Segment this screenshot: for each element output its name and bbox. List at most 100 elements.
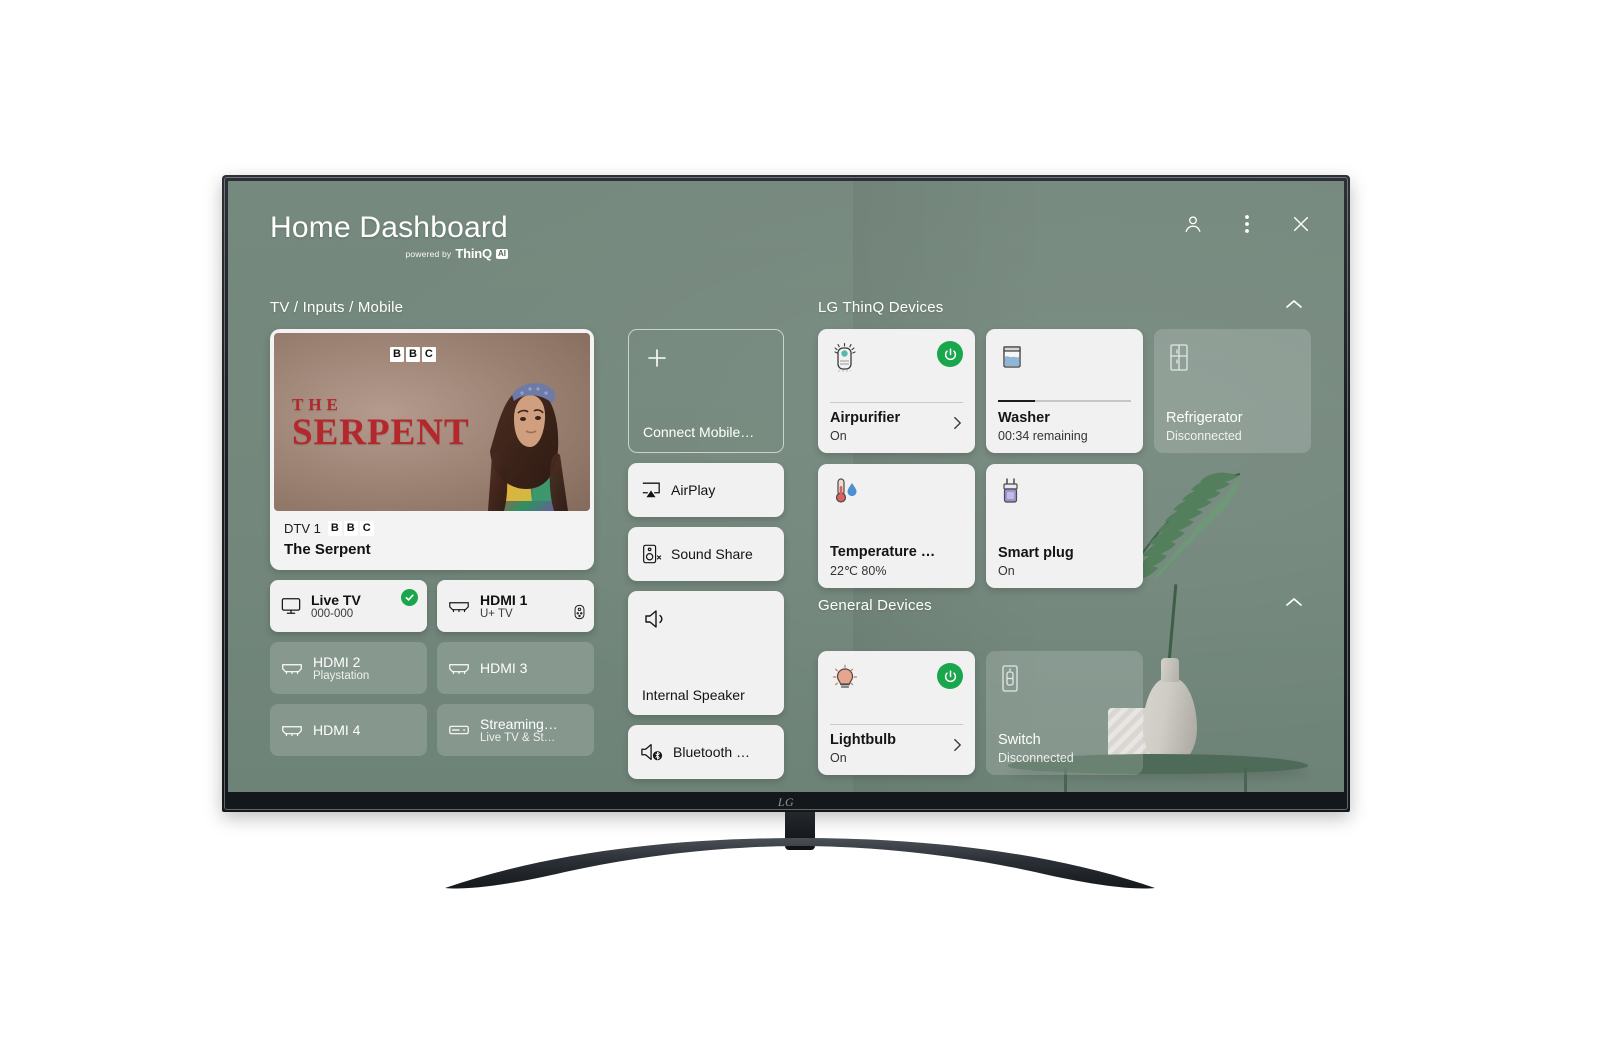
tv-screen: Home Dashboard powered by ThinQ AI TV / … [228,181,1344,792]
bluetooth-card[interactable]: Bluetooth … [628,725,784,779]
sound-share-icon [643,544,662,564]
card-bottom: Airpurifier On [830,402,963,443]
devices-column: Airpurifier On Washer 00:34 remaining Re… [818,329,1314,775]
chevron-right-icon[interactable] [952,736,963,759]
collapse-thinq-devices-chevron-up-icon[interactable] [1281,291,1307,317]
remote-icon [573,604,586,625]
device-status: 00:34 remaining [998,429,1088,443]
device-card-refrigerator[interactable]: Refrigerator Disconnected [1154,329,1311,453]
lg-brand-logo: LG [777,795,795,809]
card-text: Washer 00:34 remaining [998,410,1131,443]
sound-share-card[interactable]: Sound Share [628,527,784,581]
card-top-row [998,663,1131,701]
tv-bezel: Home Dashboard powered by ThinQ AI TV / … [222,175,1350,812]
washer-progress-bar [998,400,1131,402]
card-text: Smart plug On [998,545,1131,578]
input-tile-hdmi-1[interactable]: HDMI 1 U+ TV [437,580,594,632]
card-text: Temperature hu… 22℃ 80% [830,544,963,578]
input-tile-hdmi-2[interactable]: HDMI 2 Playstation [270,642,427,694]
washer-icon [1003,346,1021,368]
input-tile-live-tv[interactable]: Live TV 000-000 [270,580,427,632]
input-tile-text: HDMI 2 Playstation [313,654,369,682]
card-bottom: Refrigerator Disconnected [1166,410,1299,443]
current-program-card[interactable]: B B C THE SERPENT DTV 1 B B C The Serpen… [270,329,594,570]
bbc-letter: B [343,521,358,536]
input-tile-text: HDMI 3 [480,660,527,676]
card-text: Switch Disconnected [998,732,1131,765]
input-name: Live TV [311,592,361,608]
speaker-icon [643,607,669,636]
power-toggle-airpurifier[interactable] [937,341,963,367]
input-name: HDMI 4 [313,722,361,738]
airplay-label: AirPlay [671,482,716,498]
input-tile-text: HDMI 1 U+ TV [480,592,527,620]
chevron-right-icon[interactable] [952,414,963,437]
device-card-temperature-humidity[interactable]: Temperature hu… 22℃ 80% [818,464,975,588]
device-card-smart-plug[interactable]: Smart plug On [986,464,1143,588]
tv-inputs-column: B B C THE SERPENT DTV 1 B B C The Serpen… [270,329,594,756]
device-name: Temperature hu… [830,544,942,560]
refrigerator-icon [1170,344,1188,371]
device-card-washer[interactable]: Washer 00:34 remaining [986,329,1143,453]
hdmi-icon [449,602,469,613]
input-tile-hdmi-4[interactable]: HDMI 4 [270,704,427,756]
account-icon[interactable] [1180,211,1206,237]
card-top-row [998,476,1131,514]
selected-check-icon [401,589,418,606]
card-text: Refrigerator Disconnected [1166,410,1299,443]
input-sub: Playstation [313,670,370,682]
input-tile-text: Live TV 000-000 [311,592,361,620]
tv-stand-base [435,838,1165,890]
airplay-card[interactable]: AirPlay [628,463,784,517]
airpurifier-icon [834,343,856,372]
card-divider [830,724,963,725]
input-sub: 000-000 [311,608,354,620]
bbc-letter: B [405,347,420,362]
device-card-lightbulb[interactable]: Lightbulb On [818,651,975,775]
program-artwork-person [488,383,568,511]
power-toggle-lightbulb[interactable] [937,663,963,689]
switch-icon [1002,665,1018,692]
device-card-airpurifier[interactable]: Airpurifier On [818,329,975,453]
device-name: Refrigerator [1166,410,1243,426]
smartplug-icon [1003,478,1018,503]
device-card-switch[interactable]: Switch Disconnected [986,651,1143,775]
connect-mobile-card[interactable]: Connect Mobile… [628,329,784,453]
bbc-letter: B [390,347,404,362]
card-top-row [1166,341,1299,379]
input-name: HDMI 3 [480,660,528,676]
bbc-letter: C [359,521,374,536]
hdmi-icon [282,664,302,675]
thermometer-icon [835,478,857,503]
internal-speaker-label: Internal Speaker [642,687,745,703]
input-tile-streaming[interactable]: Streaming… Live TV & St… [437,704,594,756]
ai-badge: AI [495,248,508,259]
lightbulb-icon [832,664,858,688]
input-name: Streaming… [480,716,558,732]
title-block: Home Dashboard powered by ThinQ AI [270,211,508,261]
device-name: Switch [998,732,1041,748]
device-status: Disconnected [1166,429,1242,443]
internal-speaker-card[interactable]: Internal Speaker [628,591,784,715]
page-title: Home Dashboard [270,211,508,244]
streaming-icon [449,725,469,735]
device-status: Disconnected [998,751,1074,765]
input-name: HDMI 2 [313,654,361,670]
section-label-thinq-devices: LG ThinQ Devices [818,299,944,316]
input-tile-hdmi-3[interactable]: HDMI 3 [437,642,594,694]
program-art-title: THE SERPENT [292,395,470,454]
input-tiles-grid: Live TV 000-000 HDMI 1 U+ TV HDMI 2 Play… [270,580,594,756]
more-options-icon[interactable] [1234,211,1260,237]
card-bottom: Switch Disconnected [998,732,1131,765]
channel-bbc-logo: B B C [327,521,374,536]
program-thumbnail: B B C THE SERPENT [274,333,590,511]
input-tile-text: HDMI 4 [313,722,360,738]
section-label-tv-inputs: TV / Inputs / Mobile [270,299,404,316]
channel-number: DTV 1 [284,521,321,536]
device-name: Airpurifier [830,410,901,426]
card-divider [830,402,963,403]
device-status: On [998,564,1015,578]
device-name: Lightbulb [830,732,897,748]
close-icon[interactable] [1288,211,1314,237]
input-tile-text: Streaming… Live TV & St… [480,716,558,744]
